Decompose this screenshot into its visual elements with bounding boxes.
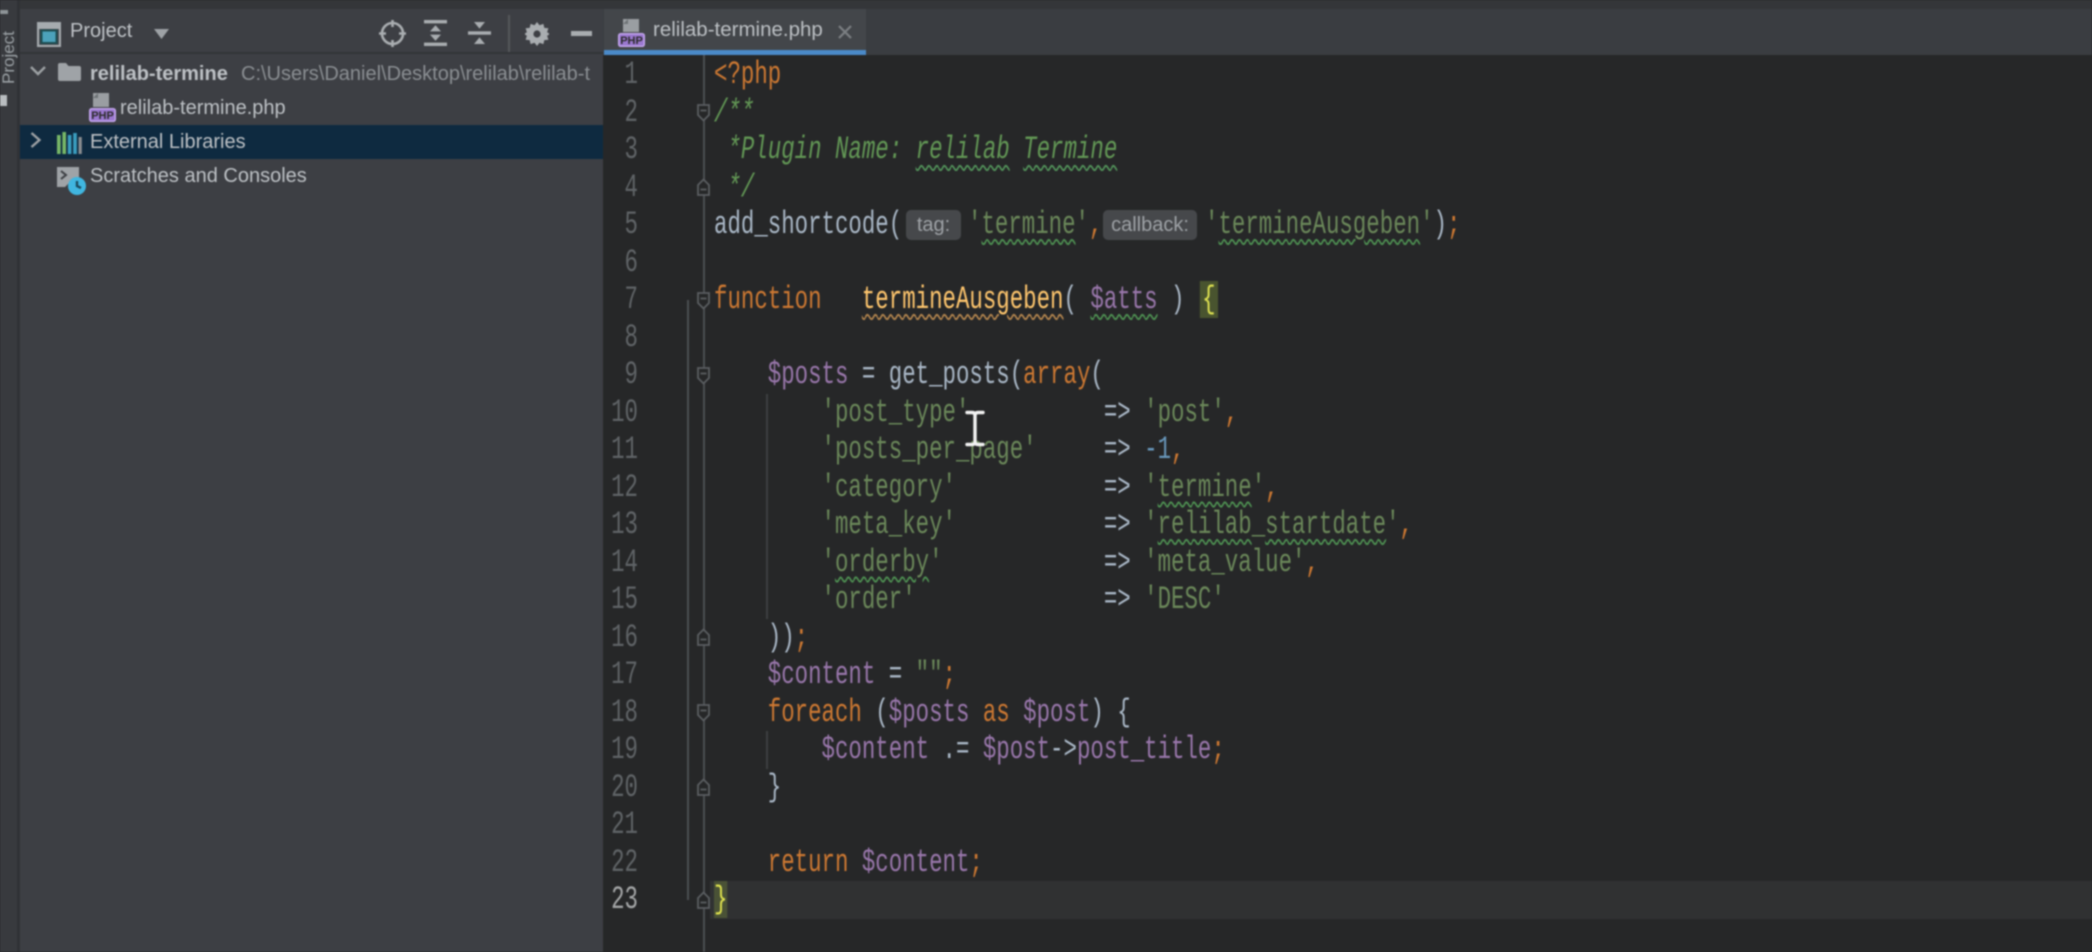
svg-text:PHP: PHP [620,35,643,47]
svg-text:PHP: PHP [91,110,114,122]
